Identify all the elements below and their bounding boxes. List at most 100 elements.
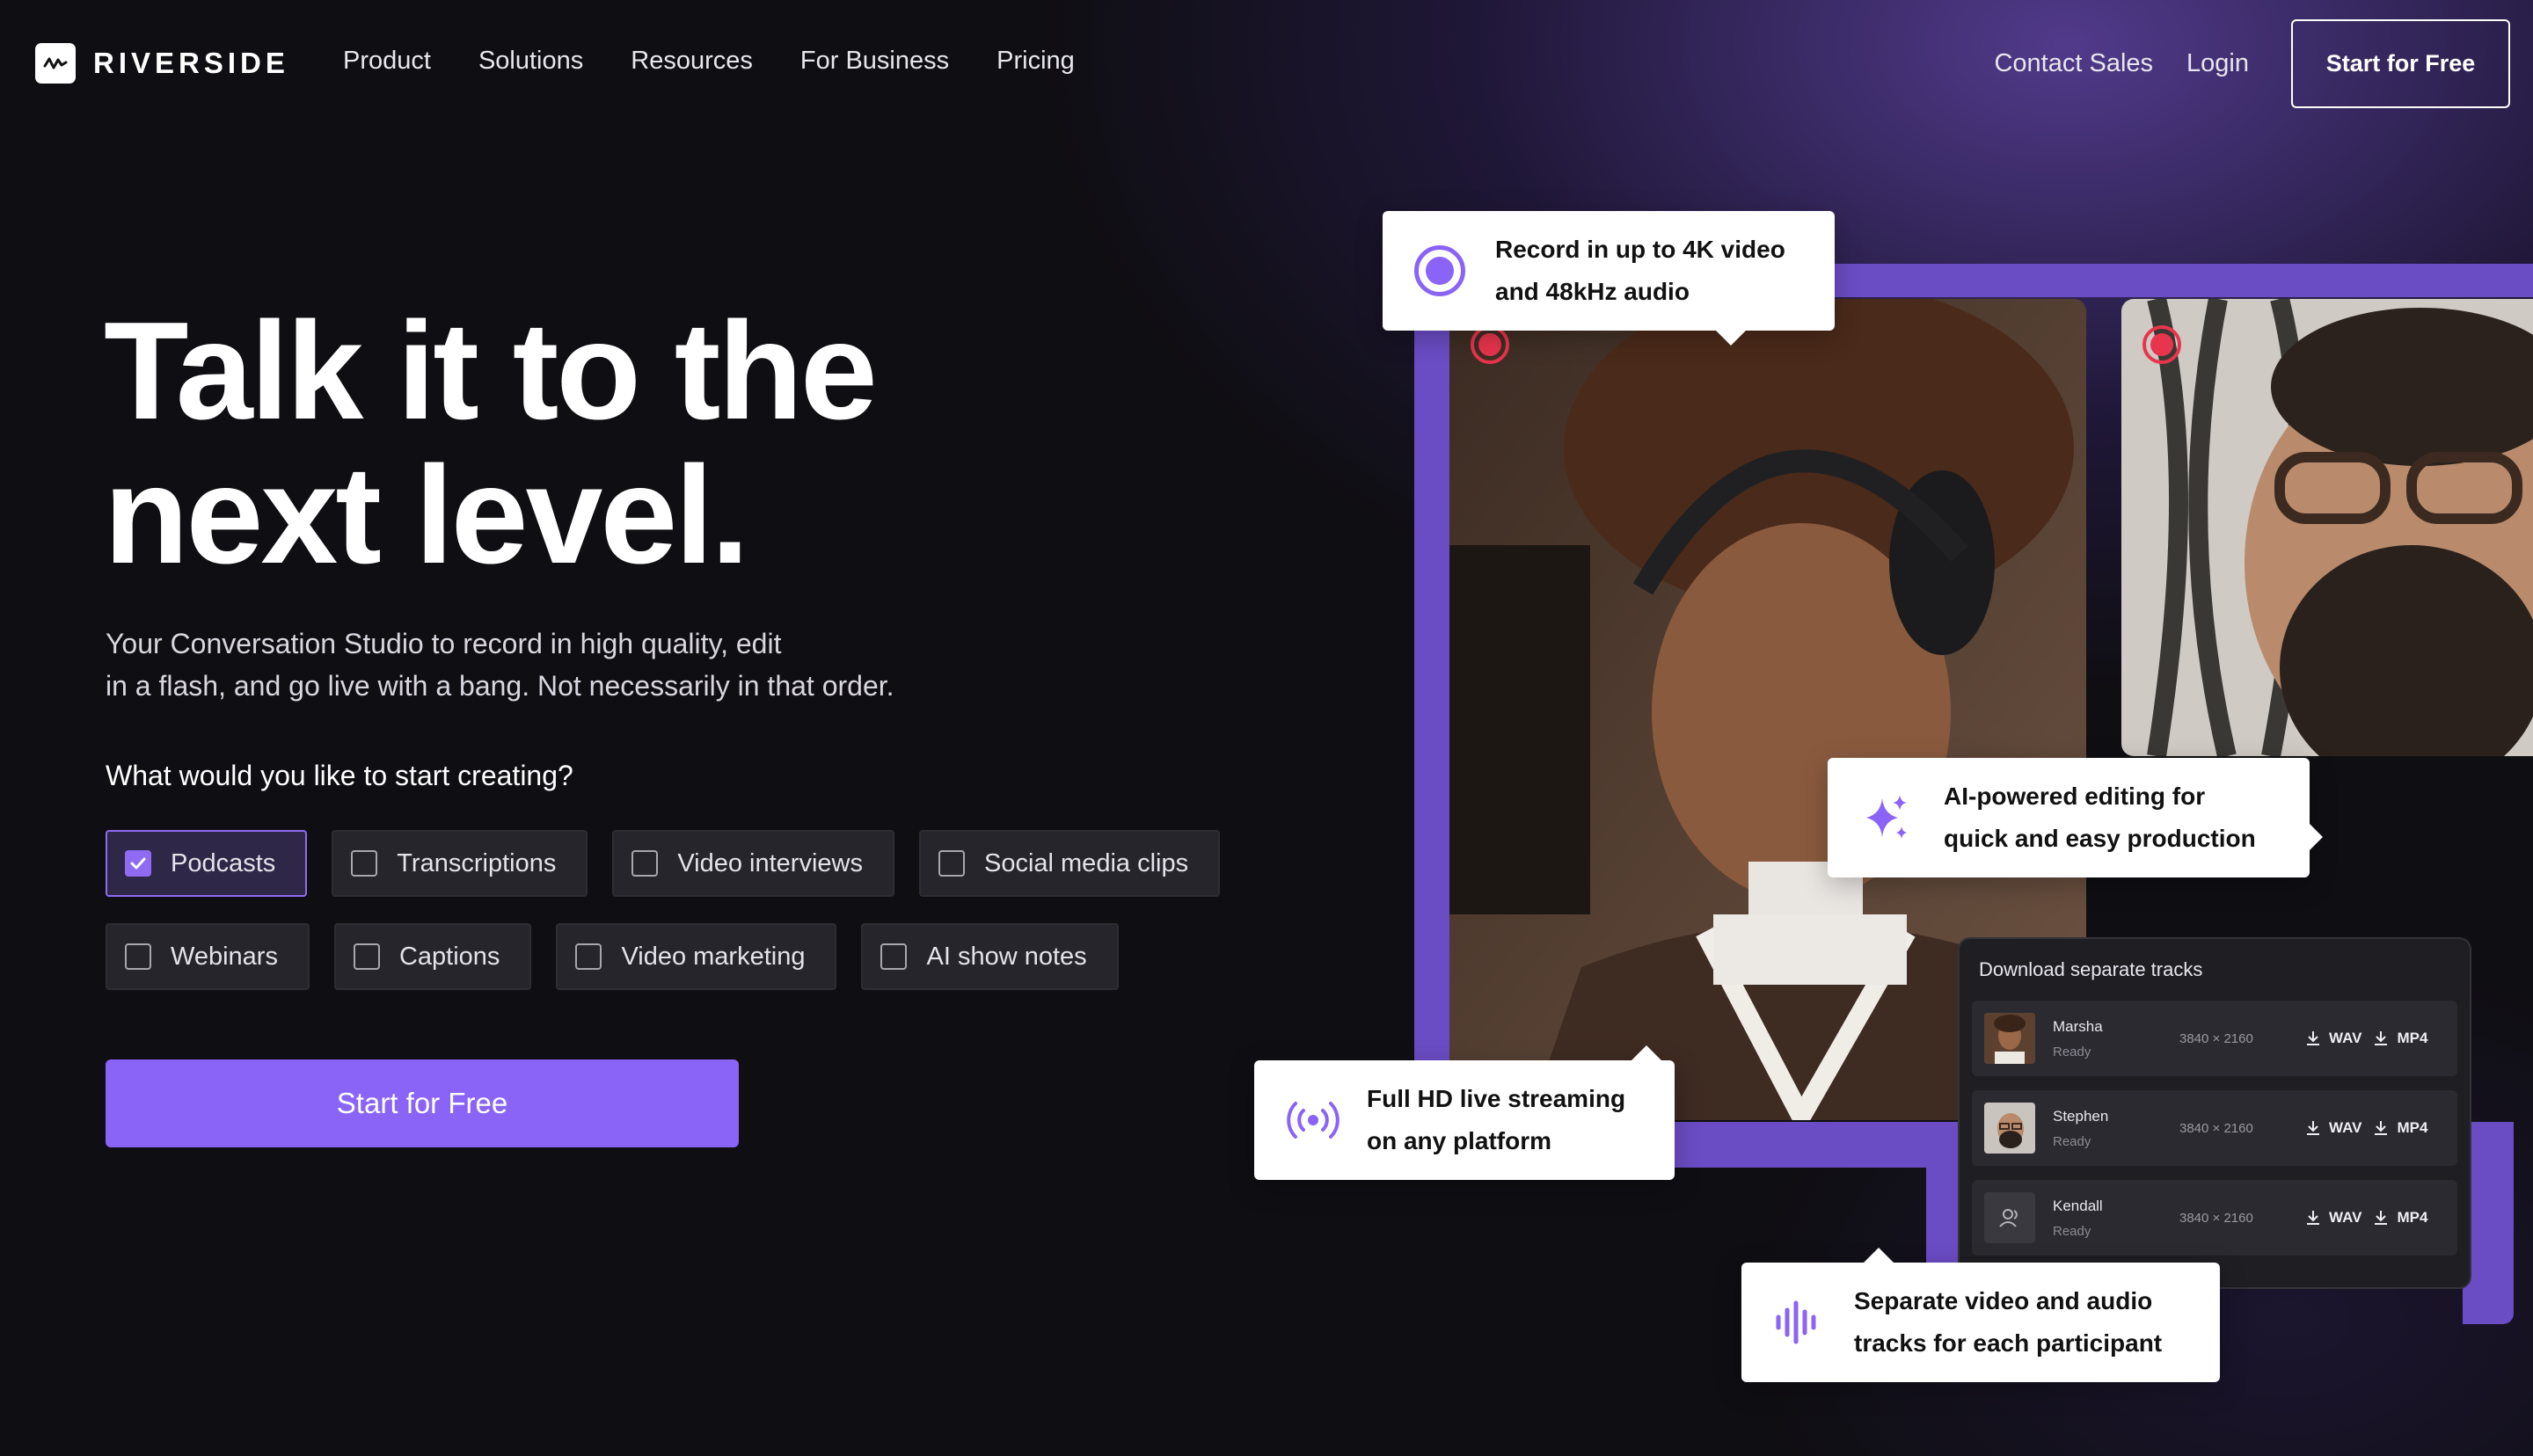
avatar [1984, 1013, 2035, 1064]
option-ai-show-notes[interactable]: AI show notes [861, 923, 1119, 990]
participant-video-stephen [2121, 299, 2533, 756]
logo-wave-icon [35, 43, 76, 84]
option-captions[interactable]: Captions [333, 923, 532, 990]
purple-frame-left [1414, 264, 1449, 1168]
nav-resources[interactable]: Resources [631, 47, 753, 76]
brand-logo[interactable]: RIVERSIDE [35, 43, 289, 84]
portrait-man-image [2121, 299, 2533, 756]
track-status: Ready [2053, 1223, 2091, 1239]
option-podcasts[interactable]: Podcasts [106, 830, 308, 897]
download-mp4-button[interactable]: MP4 [2372, 1119, 2427, 1137]
create-question: What would you like to start creating? [106, 760, 573, 791]
download-icon [2307, 1121, 2319, 1135]
track-resolution: 3840 × 2160 [2179, 1120, 2253, 1136]
nav-pricing[interactable]: Pricing [996, 47, 1075, 76]
option-video-marketing[interactable]: Video marketing [556, 923, 837, 990]
nav-product[interactable]: Product [343, 47, 431, 76]
download-wav-button[interactable]: WAV [2304, 1209, 2361, 1227]
option-label: Transcriptions [397, 848, 557, 877]
callout-text: Full HD live streaming on any platform [1367, 1078, 1625, 1162]
checkbox-icon [880, 943, 908, 970]
callout-line: tracks for each participant [1854, 1329, 2163, 1357]
callout-line: AI-powered editing for [1944, 783, 2206, 810]
contact-sales-link[interactable]: Contact Sales [1994, 49, 2153, 78]
options-row: Podcasts Transcriptions Video interviews… [106, 830, 1249, 897]
callout-line: quick and easy production [1944, 825, 2256, 852]
checkbox-icon [125, 943, 151, 970]
sparkles-icon [1866, 795, 1907, 839]
track-row: Marsha Ready 3840 × 2160 WAV MP4 [1972, 1001, 2457, 1076]
callout-line: Separate video and audio [1854, 1287, 2153, 1314]
nav-start-free-button[interactable]: Start for Free [2291, 19, 2510, 108]
record-icon [1414, 245, 1465, 296]
download-tracks-panel: Download separate tracks Marsha Ready 38… [1958, 937, 2471, 1289]
download-label: MP4 [2397, 1209, 2428, 1226]
callout-ai-editing: AI-powered editing for quick and easy pr… [1828, 758, 2310, 877]
subtitle-line-2: in a flash, and go live with a bang. Not… [106, 670, 894, 702]
callout-line: and 48kHz audio [1495, 278, 1690, 305]
checkbox-icon [938, 850, 965, 877]
track-status: Ready [2053, 1044, 2091, 1059]
track-status: Ready [2053, 1133, 2091, 1149]
option-social-media-clips[interactable]: Social media clips [918, 830, 1221, 897]
brand-name: RIVERSIDE [93, 47, 289, 79]
download-wav-button[interactable]: WAV [2304, 1030, 2361, 1047]
download-mp4-button[interactable]: MP4 [2372, 1209, 2427, 1227]
track-info: Marsha Ready [2053, 1018, 2158, 1059]
checkbox-icon [353, 943, 380, 970]
option-webinars[interactable]: Webinars [106, 923, 310, 990]
download-label: WAV [2329, 1209, 2362, 1226]
subtitle-line-1: Your Conversation Studio to record in hi… [106, 628, 782, 659]
callout-text: AI-powered editing for quick and easy pr… [1944, 775, 2256, 860]
download-label: MP4 [2397, 1030, 2428, 1046]
download-icon [2307, 1031, 2319, 1045]
download-wav-button[interactable]: WAV [2304, 1119, 2361, 1137]
callout-text: Separate video and audio tracks for each… [1854, 1280, 2162, 1365]
headline-line-1: Talk it to the [104, 294, 878, 448]
download-icon [2375, 1121, 2388, 1135]
checkbox-icon [351, 850, 378, 877]
track-resolution: 3840 × 2160 [2179, 1030, 2253, 1046]
hero-subtitle: Your Conversation Studio to record in hi… [106, 622, 1038, 707]
track-info: Kendall Ready [2053, 1198, 2158, 1239]
main-menu: Product Solutions Resources For Business… [343, 47, 1122, 76]
option-label: AI show notes [926, 942, 1087, 971]
option-label: Video marketing [621, 942, 806, 971]
creation-options: Podcasts Transcriptions Video interviews… [106, 830, 1249, 1016]
callout-separate-tracks: Separate video and audio tracks for each… [1741, 1263, 2220, 1382]
participant-name: Marsha [2053, 1017, 2103, 1035]
option-label: Webinars [171, 942, 278, 971]
download-icon [2375, 1031, 2388, 1045]
option-label: Captions [398, 942, 500, 971]
recording-indicator-icon [2142, 325, 2181, 364]
track-info: Stephen Ready [2053, 1108, 2158, 1149]
callout-live-streaming: Full HD live streaming on any platform [1254, 1060, 1675, 1180]
tracks-title: Download separate tracks [1979, 958, 2203, 980]
participant-name: Stephen [2053, 1107, 2109, 1125]
option-transcriptions[interactable]: Transcriptions [332, 830, 588, 897]
option-video-interviews[interactable]: Video interviews [612, 830, 894, 897]
nav-solutions[interactable]: Solutions [478, 47, 583, 76]
recording-indicator-icon [1471, 325, 1509, 364]
login-link[interactable]: Login [2186, 49, 2249, 78]
track-resolution: 3840 × 2160 [2179, 1210, 2253, 1226]
headline-line-2: next level. [104, 438, 749, 593]
options-row: Webinars Captions Video marketing AI sho… [106, 923, 1249, 990]
callout-text: Record in up to 4K video and 48kHz audio [1495, 229, 1785, 313]
callout-line: Full HD live streaming [1367, 1085, 1626, 1112]
download-icon [2375, 1211, 2388, 1225]
checkbox-checked-icon [125, 850, 151, 877]
broadcast-icon [1287, 1102, 1339, 1139]
callout-line: Record in up to 4K video [1495, 236, 1785, 263]
option-label: Video interviews [677, 848, 863, 877]
download-icon [2307, 1211, 2319, 1225]
avatar [1984, 1103, 2035, 1154]
user-placeholder-icon [1984, 1192, 2035, 1243]
nav-for-business[interactable]: For Business [800, 47, 949, 76]
download-label: WAV [2329, 1119, 2362, 1136]
download-mp4-button[interactable]: MP4 [2372, 1030, 2427, 1047]
checkbox-icon [631, 850, 659, 877]
callout-record-4k: Record in up to 4K video and 48kHz audio [1383, 211, 1835, 331]
audio-waveform-icon [1776, 1300, 1816, 1344]
hero-start-free-button[interactable]: Start for Free [106, 1059, 739, 1147]
